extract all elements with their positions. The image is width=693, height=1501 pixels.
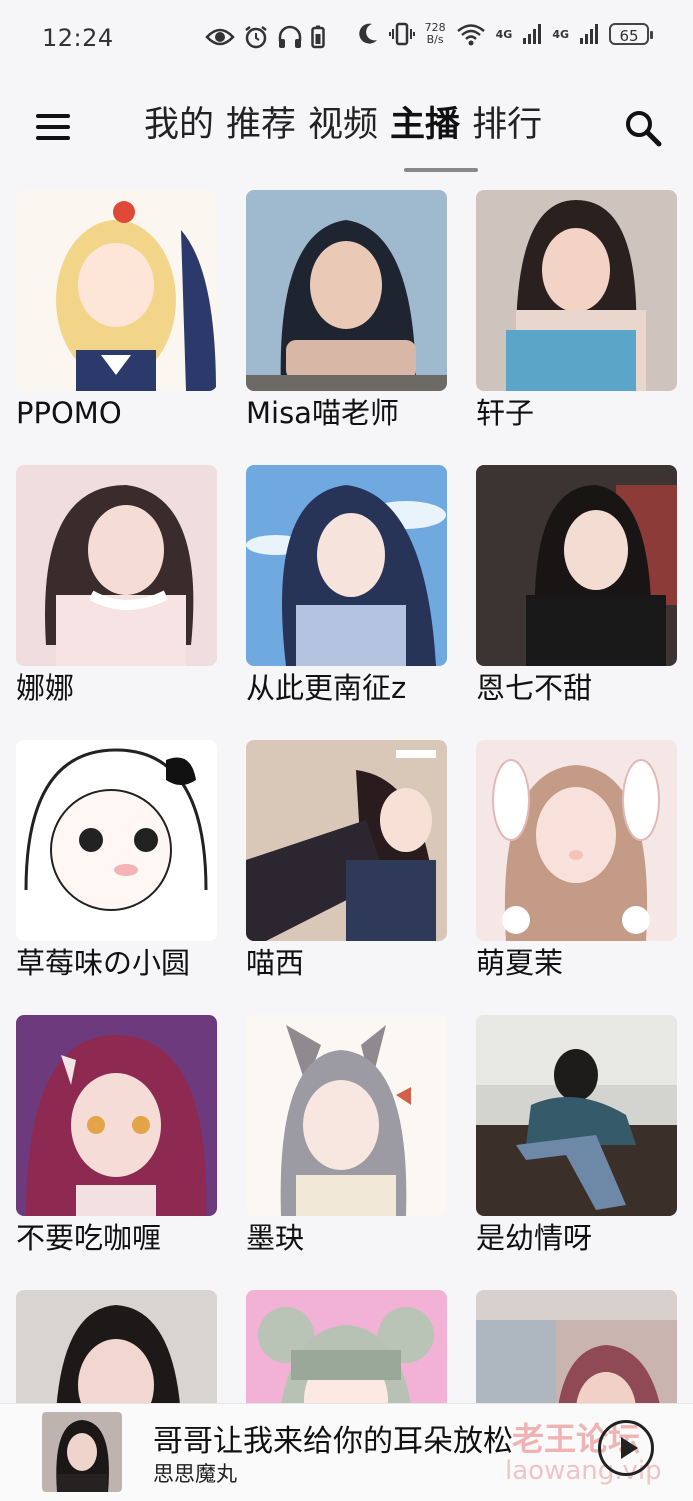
streamer-card[interactable]: 娜娜 (16, 465, 217, 708)
streamer-name: 墨玦 (246, 1221, 305, 1255)
moon-icon (358, 23, 377, 44)
tab-streamers[interactable]: 主播 (388, 100, 462, 150)
category-tabs: 我的 推荐 视频 主播 排行 (142, 100, 544, 150)
signal-2-label: 4G (552, 27, 569, 41)
streamer-name: 萌夏茉 (476, 946, 564, 980)
search-icon[interactable] (623, 108, 663, 148)
battery-saver-icon (311, 25, 325, 49)
streamer-name: 娜娜 (16, 671, 75, 705)
streamer-avatar (16, 740, 217, 941)
streamer-name: 从此更南征z (246, 671, 407, 705)
wifi-icon (456, 24, 485, 46)
play-icon[interactable] (598, 1420, 654, 1476)
streamer-card[interactable]: PPOMO (16, 190, 217, 433)
streamer-card[interactable]: 从此更南征z (246, 465, 447, 708)
streamer-name: 是幼情呀 (476, 1221, 593, 1255)
streamer-avatar (16, 465, 217, 666)
signal-1-label: 4G (495, 27, 513, 41)
signal-icon (580, 24, 598, 44)
streamer-avatar (476, 1015, 677, 1216)
streamer-avatar (246, 1015, 447, 1216)
player-track-title: 哥哥让我来给你的耳朵放松 (153, 1424, 513, 1459)
streamer-card[interactable]: 墨玦 (246, 1015, 447, 1258)
tab-recommend[interactable]: 推荐 (224, 100, 298, 150)
net-speed-unit: B/s (426, 33, 444, 46)
mini-player[interactable]: 哥哥让我来给你的耳朵放松 思思魔丸 老王论坛 laowang.vip (0, 1403, 693, 1501)
status-bar: 12:24 728 B/s 4G 4G 65 (0, 0, 693, 78)
streamer-avatar (476, 190, 677, 391)
streamer-name: 喵西 (246, 946, 305, 980)
status-right-icons: 728 B/s 4G 4G 65 (357, 22, 653, 46)
streamer-name: 恩七不甜 (476, 671, 593, 705)
streamer-name: 轩子 (476, 396, 535, 430)
streamer-card[interactable]: 轩子 (476, 190, 677, 433)
streamer-card[interactable]: 不要吃咖喱 (16, 1015, 217, 1258)
battery-level: 65 (619, 27, 639, 45)
alarm-icon (245, 26, 267, 49)
tab-video[interactable]: 视频 (306, 100, 380, 150)
top-nav: 我的 推荐 视频 主播 排行 (0, 90, 693, 180)
streamer-card[interactable]: 是幼情呀 (476, 1015, 677, 1258)
battery-icon: 65 (609, 23, 653, 45)
streamer-card[interactable]: 萌夏茉 (476, 740, 677, 983)
streamer-name: 不要吃咖喱 (16, 1221, 162, 1255)
streamer-avatar (476, 465, 677, 666)
streamer-avatar (476, 740, 677, 941)
vibrate-icon (388, 22, 415, 46)
status-left-icons (205, 24, 325, 50)
status-time: 12:24 (42, 24, 114, 52)
tab-ranking[interactable]: 排行 (470, 100, 544, 150)
streamer-name: Misa喵老师 (246, 396, 399, 430)
streamer-avatar (16, 190, 217, 391)
streamer-avatar (246, 740, 447, 941)
tab-mine[interactable]: 我的 (142, 100, 216, 150)
menu-icon[interactable] (36, 114, 72, 144)
player-cover-art[interactable] (42, 1412, 122, 1492)
streamer-name: 草莓味の小圆 (16, 946, 191, 980)
signal-icon (523, 24, 542, 44)
streamer-card[interactable]: 喵西 (246, 740, 447, 983)
streamer-avatar (16, 1015, 217, 1216)
streamer-card[interactable]: 恩七不甜 (476, 465, 677, 708)
eye-icon (205, 28, 235, 46)
headphones-icon (278, 25, 302, 48)
streamer-avatar (246, 190, 447, 391)
active-tab-indicator (404, 168, 478, 172)
streamer-name: PPOMO (16, 396, 122, 430)
streamer-card[interactable]: 草莓味の小圆 (16, 740, 217, 983)
streamer-avatar (246, 465, 447, 666)
player-artist: 思思魔丸 (153, 1462, 237, 1486)
net-speed: 728 B/s (425, 22, 446, 46)
streamer-card[interactable]: Misa喵老师 (246, 190, 447, 433)
